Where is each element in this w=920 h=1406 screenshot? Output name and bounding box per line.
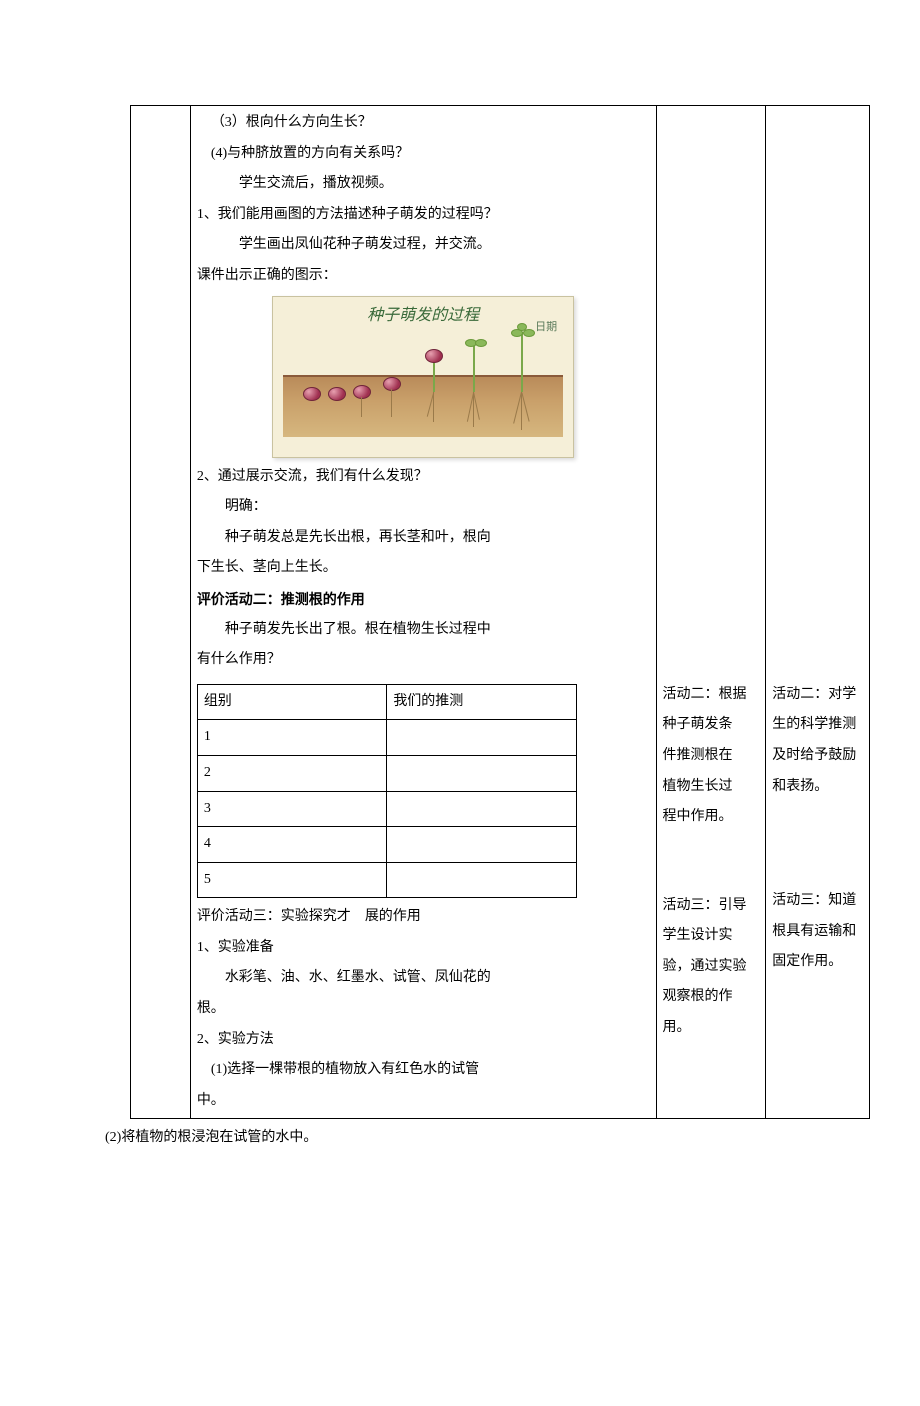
guide-a3-l5: 用。 <box>663 1015 760 1042</box>
illustration-title: 种子萌发的过程 <box>273 301 573 331</box>
seed-stage-3 <box>353 385 371 399</box>
line-student-draw: 学生画出凤仙花种子萌发过程，并交流。 <box>197 232 650 259</box>
spacer <box>772 804 863 884</box>
sprout-6-leaf-r <box>475 339 487 347</box>
th-group: 组别 <box>197 684 387 720</box>
cell-group: 2 <box>197 755 387 791</box>
eval-a3-l1: 活动三：知道 <box>772 888 863 915</box>
step-1-title: 1、实验准备 <box>197 935 650 962</box>
guide-a2-l2: 种子萌发条 <box>663 712 760 739</box>
table-row: 5 <box>197 862 576 898</box>
step-1-materials-b: 根。 <box>197 996 650 1023</box>
heading-activity-3a: 评价活动三：实验探究才 <box>197 909 351 924</box>
sprout-6-stem <box>473 342 475 392</box>
step-2b-soak-root: (2)将植物的根浸泡在试管的水中。 <box>105 1125 920 1152</box>
col-evaluation-bottom: 活动二：对学 生的科学推测 及时给予鼓励 和表扬。 活动三：知道 根具有运输和 … <box>766 678 870 1119</box>
step-2a: (1)选择一棵带根的植物放入有红色水的试管 <box>197 1057 650 1084</box>
heading-activity-3b: 展的作用 <box>365 909 421 924</box>
sprout-7-stem <box>521 332 523 392</box>
eval-a2-l3: 及时给予鼓励 <box>772 743 863 770</box>
guide-a3-l4: 观察根的作 <box>663 984 760 1011</box>
cell-group: 3 <box>197 791 387 827</box>
cell-guess <box>387 720 577 756</box>
cell-group: 4 <box>197 827 387 863</box>
col-teacher-guide-top <box>656 106 766 678</box>
eval-a2-l2: 生的科学推测 <box>772 712 863 739</box>
cell-guess <box>387 827 577 863</box>
root-5a <box>433 392 434 422</box>
cell-guess <box>387 862 577 898</box>
cell-guess <box>387 755 577 791</box>
group-guess-table: 组别 我们的推测 1 2 3 4 5 <box>197 684 577 899</box>
heading-activity-3: 评价活动三：实验探究才 展的作用 <box>197 904 650 931</box>
col-section-label-b <box>131 678 191 1119</box>
item-2-findings: 2、通过展示交流，我们有什么发现？ <box>197 464 650 491</box>
table-row: 1 <box>197 720 576 756</box>
line-clarify: 明确： <box>197 494 650 521</box>
seed-stage-4 <box>383 377 401 391</box>
illustration-date-label: 日期 <box>535 317 557 338</box>
sprout-7-leaf-top <box>517 323 527 331</box>
col-main-content-top: （3）根向什么方向生长？ (4)与种脐放置的方向有关系吗？ 学生交流后，播放视频… <box>190 106 656 678</box>
guide-a2-l5: 程中作用。 <box>663 804 760 831</box>
guide-a2-l3: 件推测根在 <box>663 743 760 770</box>
seed-stage-2 <box>328 387 346 401</box>
cell-group: 5 <box>197 862 387 898</box>
question-3: （3）根向什么方向生长？ <box>197 110 650 137</box>
eval-a2-l1: 活动二：对学 <box>772 682 863 709</box>
guide-a3-l1: 活动三：引导 <box>663 893 760 920</box>
table-row: 2 <box>197 755 576 791</box>
col-teacher-guide-bottom: 活动二：根据 种子萌发条 件推测根在 植物生长过 程中作用。 活动三：引导 学生… <box>656 678 766 1119</box>
line-finding-2: 下生长、茎向上生长。 <box>197 555 650 582</box>
guide-a3-l3: 验，通过实验 <box>663 954 760 981</box>
eval-a3-l3: 固定作用。 <box>772 949 863 976</box>
illustration-wrapper: 种子萌发的过程 日期 <box>197 296 650 458</box>
question-4: (4)与种脐放置的方向有关系吗？ <box>197 141 650 168</box>
heading-activity-2: 评价活动二：推测根的作用 <box>197 586 650 613</box>
lesson-layout-table: （3）根向什么方向生长？ (4)与种脐放置的方向有关系吗？ 学生交流后，播放视频… <box>130 105 870 1119</box>
col-section-label <box>131 106 191 678</box>
page: （3）根向什么方向生长？ (4)与种脐放置的方向有关系吗？ 学生交流后，播放视频… <box>0 105 920 1406</box>
seed-germination-illustration: 种子萌发的过程 日期 <box>272 296 574 458</box>
line-finding-1: 种子萌发总是先长出根，再长茎和叶，根向 <box>197 525 650 552</box>
col-evaluation-top <box>766 106 870 678</box>
table-row: 4 <box>197 827 576 863</box>
line-root-intro-1: 种子萌发先长出了根。根在植物生长过程中 <box>197 617 650 644</box>
root-4 <box>391 389 392 417</box>
cell-guess <box>387 791 577 827</box>
eval-a3-l2: 根具有运输和 <box>772 919 863 946</box>
cell-group: 1 <box>197 720 387 756</box>
step-2a-cont: 中。 <box>197 1088 650 1115</box>
guide-a2-l1: 活动二：根据 <box>663 682 760 709</box>
eval-a2-l4: 和表扬。 <box>772 774 863 801</box>
step-1-materials-a: 水彩笔、油、水、红墨水、试管、凤仙花的 <box>197 965 650 992</box>
sprout-5-head <box>425 349 443 363</box>
item-1-draw: 1、我们能用画图的方法描述种子萌发的过程吗？ <box>197 202 650 229</box>
line-show-correct: 课件出示正确的图示： <box>197 263 650 290</box>
col-main-content-bottom: 组别 我们的推测 1 2 3 4 5 评价活动三：实验探究才 展的作用 1、实验… <box>190 678 656 1119</box>
th-guess: 我们的推测 <box>387 684 577 720</box>
seed-stage-1 <box>303 387 321 401</box>
step-2-title: 2、实验方法 <box>197 1027 650 1054</box>
table-header-row: 组别 我们的推测 <box>197 684 576 720</box>
guide-a3-l2: 学生设计实 <box>663 923 760 950</box>
line-root-intro-2: 有什么作用？ <box>197 647 650 674</box>
spacer <box>663 835 760 889</box>
root-3 <box>361 397 362 417</box>
guide-a2-l4: 植物生长过 <box>663 774 760 801</box>
table-row: 3 <box>197 791 576 827</box>
line-discuss-video: 学生交流后，播放视频。 <box>197 171 650 198</box>
